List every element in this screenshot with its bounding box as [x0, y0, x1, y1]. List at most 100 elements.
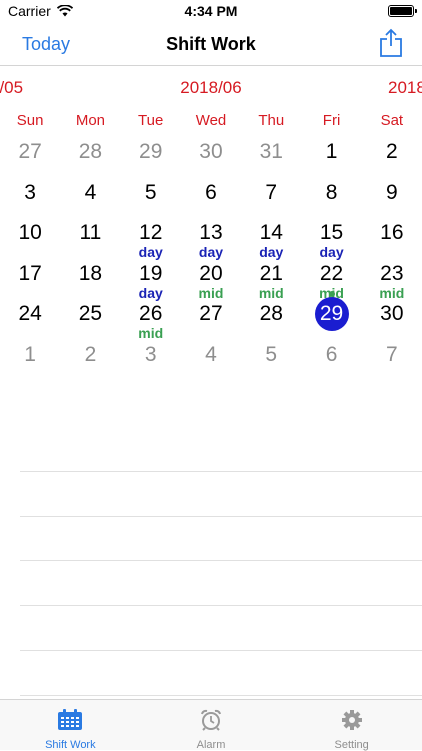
calendar-day[interactable]: 2 — [362, 136, 422, 177]
list-separator — [20, 606, 422, 651]
calendar-day[interactable]: 1 — [0, 339, 60, 380]
navigation-bar: Today Shift Work — [0, 22, 422, 66]
calendar-day[interactable]: 10 — [0, 217, 60, 258]
calendar-day[interactable]: 2 — [60, 339, 120, 380]
day-number: 21 — [259, 261, 283, 285]
calendar-day[interactable]: 8 — [301, 177, 361, 218]
weekday-label: Tue — [138, 112, 164, 129]
calendar-day[interactable]: 12 day — [121, 217, 181, 259]
calendar-day[interactable]: 1 — [301, 136, 361, 177]
tab-shift-work[interactable]: Shift Work — [0, 700, 141, 751]
calendar-day[interactable]: 17 — [0, 258, 60, 299]
day-number: 25 — [78, 302, 103, 325]
day-number: 4 — [84, 180, 97, 204]
calendar-day[interactable]: 25 — [60, 298, 120, 339]
calendar-day[interactable]: 6 — [301, 339, 361, 380]
calendar-day[interactable]: 15 day — [301, 217, 361, 259]
calendar-day[interactable]: 29 — [121, 136, 181, 177]
day-number: 2 — [84, 342, 97, 366]
calendar-day[interactable]: 16 — [362, 217, 422, 258]
day-number: 16 — [380, 221, 404, 244]
calendar-day[interactable]: 31 — [241, 136, 301, 177]
day-number: 18 — [78, 261, 103, 285]
day-number: 7 — [265, 180, 278, 204]
calendar-day[interactable]: 21 mid — [241, 258, 301, 300]
next-month-label[interactable]: 2018 — [388, 78, 422, 98]
list-separator — [20, 561, 422, 607]
status-time: 4:34 PM — [184, 3, 238, 19]
calendar-day[interactable]: 5 — [121, 177, 181, 218]
share-icon[interactable] — [378, 28, 404, 58]
calendar-day[interactable]: 7 — [362, 339, 422, 380]
week-row: 3 4 5 6 7 8 9 — [0, 177, 422, 218]
tab-alarm[interactable]: Alarm — [141, 700, 282, 751]
calendar-day[interactable]: 19 day — [121, 258, 181, 300]
week-row: 17 18 19day20mid21mid22mid23mid — [0, 258, 422, 300]
calendar-day[interactable]: 3 — [121, 339, 181, 380]
day-number: 8 — [325, 180, 338, 204]
calendar-day[interactable]: 4 — [181, 339, 241, 380]
calendar-day[interactable]: 14 day — [241, 217, 301, 259]
tab-label: Setting — [334, 739, 369, 751]
calendar-day-selected[interactable]: 29 — [301, 297, 361, 339]
weekday-label: Fri — [322, 112, 341, 129]
calendar-day[interactable]: 5 — [241, 339, 301, 380]
calendar-day[interactable]: 24 — [0, 298, 60, 339]
calendar-day[interactable]: 9 — [362, 177, 422, 218]
calendar-day[interactable]: 23 mid — [362, 258, 422, 300]
week-row: 10 11 12 day 13 day 14 day 15 day 16 — [0, 217, 422, 259]
day-number: 19 — [139, 261, 163, 285]
tab-setting[interactable]: Setting — [281, 700, 422, 751]
calendar-day[interactable]: 3 — [0, 177, 60, 218]
day-number: 6 — [325, 342, 338, 366]
tab-label: Alarm — [196, 739, 226, 751]
day-number: 27 — [199, 302, 223, 325]
day-number: 5 — [265, 342, 278, 366]
page-title: Shift Work — [166, 34, 256, 54]
weekday-label: Wed — [195, 112, 227, 129]
calendar-day[interactable]: 6 — [181, 177, 241, 218]
day-number: 30 — [380, 302, 404, 325]
calendar-day[interactable]: 30 — [181, 136, 241, 177]
calendar-day[interactable]: 28 — [241, 298, 301, 339]
calendar-day[interactable]: 28 — [60, 136, 120, 177]
week-row: 24 25 26 mid 27 28 29 30 — [0, 297, 422, 340]
weekday-label: Sat — [380, 112, 404, 129]
calendar-day[interactable]: 20 mid — [181, 258, 241, 300]
tab-bar: Shift Work Alarm Setting — [0, 699, 422, 751]
calendar-icon — [58, 709, 83, 730]
calendar-grid: 27 28 29 30 31 1 2 3 4 5 6 7 8 9 10 11 12 day 13 day 14 day 15… — [0, 136, 422, 379]
day-number: 31 — [259, 140, 283, 163]
calendar-day[interactable]: 30 — [362, 298, 422, 339]
calendar-day[interactable]: 26 mid — [121, 298, 181, 340]
weekday-label: Mon — [75, 112, 106, 129]
day-number: 29 — [139, 140, 163, 163]
calendar-day[interactable]: 13 day — [181, 217, 241, 259]
day-number: 28 — [259, 302, 283, 325]
calendar-day[interactable]: 18 — [60, 258, 120, 299]
status-bar: Carrier 4:34 PM — [0, 0, 422, 22]
calendar-day[interactable]: 11 — [60, 217, 120, 258]
calendar-day[interactable]: 22mid — [301, 258, 361, 300]
day-number: 6 — [205, 180, 217, 204]
day-number: 28 — [78, 140, 103, 163]
week-row: 1 2 3 4 5 6 7 — [0, 339, 422, 380]
day-number: 4 — [205, 342, 217, 366]
day-number: 7 — [385, 342, 398, 366]
event-dot — [328, 290, 335, 297]
weekday-header: Sun Mon Tue Wed Thu Fri Sat — [0, 112, 422, 129]
day-number: 29 — [314, 297, 349, 331]
calendar-day[interactable]: 27 — [0, 136, 60, 177]
list-separator — [20, 517, 422, 562]
battery-icon — [388, 5, 417, 17]
day-number: 30 — [199, 140, 223, 163]
calendar-day[interactable]: 27 — [181, 298, 241, 339]
gear-icon — [341, 710, 362, 730]
calendar-day[interactable]: 4 — [60, 177, 120, 218]
list-separator — [20, 651, 422, 696]
weekday-label: Sun — [16, 112, 44, 129]
calendar-day[interactable]: 7 — [241, 177, 301, 218]
current-month-label: 2018/06 — [180, 78, 242, 97]
day-number: 9 — [385, 180, 398, 204]
day-number: 1 — [325, 140, 338, 163]
